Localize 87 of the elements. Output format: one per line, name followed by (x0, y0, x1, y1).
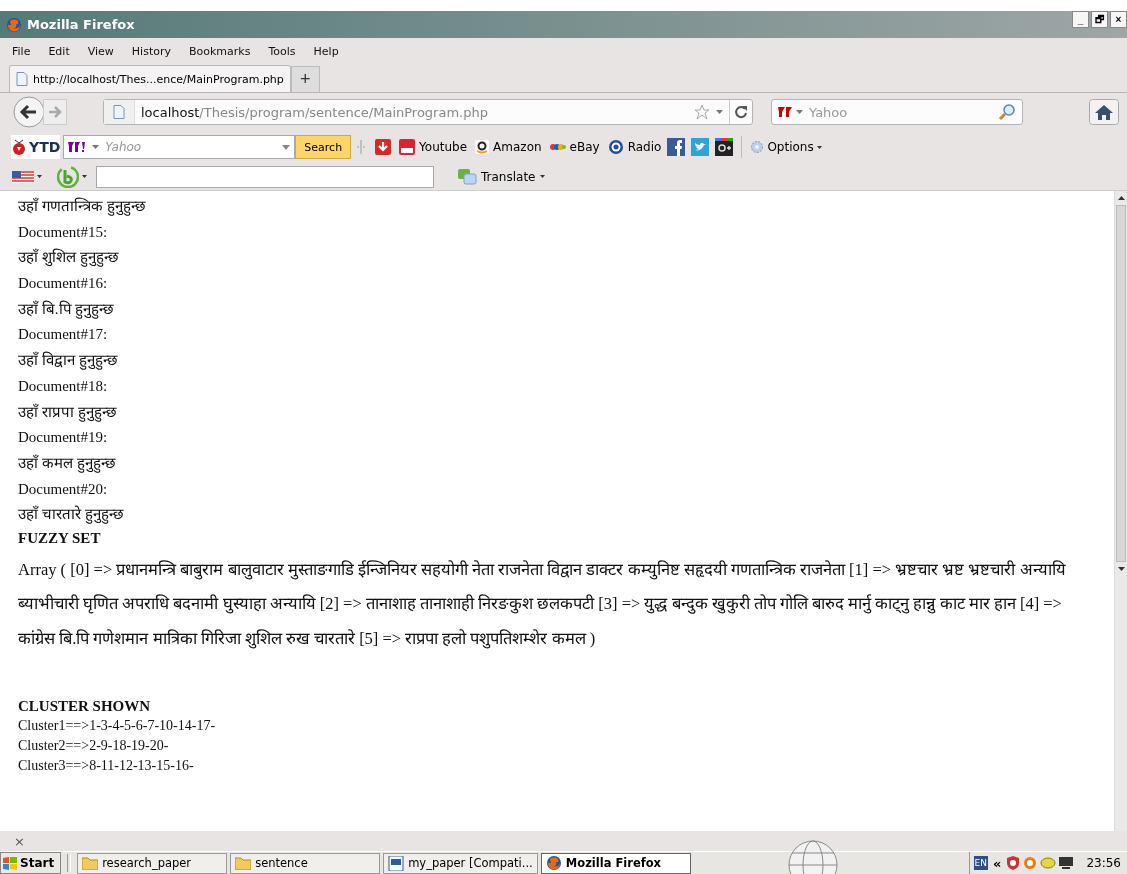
windows-logo-icon (3, 856, 17, 870)
text-line: Cluster2==>2-9-18-19-20- (18, 737, 170, 756)
back-icon[interactable] (13, 96, 45, 128)
paragraph: Array ( [0] => प्रधानमन्त्रि बाबुराम बालुवाटार मुस्ताङगाडि ईन्जिनियर सहयोगी नेता राजनेता विद्वान डाक्टर कम्युनिष्ट सहृदयी गणतान्त्रिक राजनेता [1] => भ्रष्टचार भ्रष्ट भ्रष्टचारी अन्यायि ब्याभीचारी घृणित अपराधि बदनामी घुस्याहा अन्यायि [2] => तानाशाह तानाशाही निरङकुश छलकपटी [3] => युद्ध बन्दुक खुकुरी तोप गोलि बारुद मार्नु काट्नु हान्नु काट मार हान [4] => कांग्रेस बि.पि गणेशमान मात्रिका गिरिजा शुशिल रुख चारतारे [5] => राप्रपा हलो पशुपतिशम्शेर कमल ) (18, 558, 1067, 651)
options-menu[interactable]: Options (767, 140, 814, 154)
folder-icon (235, 856, 252, 870)
taskbar-button[interactable]: Mozilla Firefox (540, 852, 691, 874)
text-line: Document#17: (18, 325, 109, 345)
bird-icon[interactable] (691, 138, 710, 156)
toolbar-grip-icon (357, 140, 366, 154)
search-input[interactable]: Yahoo (807, 103, 994, 121)
plus-one-icon[interactable] (715, 138, 734, 156)
menu-item[interactable]: History (131, 44, 171, 58)
shield-icon[interactable] (1006, 856, 1021, 870)
menu-item[interactable]: Edit (48, 44, 70, 58)
text-line: Document#18: (18, 376, 109, 396)
text-line: उहाँ कमल हुनुहुन्छ (18, 453, 117, 475)
dropdown-icon[interactable] (37, 175, 42, 178)
dropdown-icon[interactable] (82, 175, 87, 178)
dropdown-icon[interactable] (539, 175, 545, 178)
toolbar-link[interactable]: Radio (627, 140, 662, 154)
restore-button[interactable]: 🗗 (1091, 11, 1108, 28)
home-icon[interactable] (1089, 99, 1119, 125)
text-line: उहाँ बि.पि हुनुहुन्छ (18, 299, 116, 321)
new-tab-button[interactable]: + (290, 66, 320, 92)
monitor-icon[interactable] (1059, 857, 1074, 869)
start-button[interactable]: Start (0, 852, 62, 874)
search-icon[interactable] (998, 103, 1016, 121)
toolbar-link[interactable]: Amazon (493, 140, 542, 154)
text-field[interactable] (96, 165, 434, 188)
search-field[interactable]: Yahoo (63, 135, 296, 159)
search-field[interactable]: Yahoo (771, 99, 1023, 125)
star-icon[interactable] (694, 104, 710, 120)
flag-icon[interactable] (12, 170, 34, 183)
menu-item[interactable]: File (12, 44, 31, 58)
show-hidden-icons-button[interactable]: « (993, 855, 1002, 871)
close-button[interactable]: × (14, 833, 25, 849)
dropdown-icon[interactable] (816, 145, 822, 149)
browser-tab[interactable]: http://localhost/Thes...ence/MainProgram.php (9, 65, 291, 92)
toolbar-link[interactable]: Youtube (419, 140, 468, 154)
social-icon[interactable] (667, 138, 686, 156)
taskbar-button[interactable]: my_paper [Compati... (383, 852, 538, 874)
dropdown-icon[interactable] (796, 110, 803, 114)
search-button[interactable]: Search (295, 135, 352, 159)
page-icon (104, 100, 135, 124)
download-icon[interactable] (375, 139, 392, 155)
folder-icon (82, 856, 99, 870)
text-line: उहाँ शुशिल हुनुहुन्छ (18, 247, 120, 269)
section-heading: FUZZY SET (18, 528, 102, 548)
video-icon (399, 139, 416, 155)
text-line: उहाँ राप्रपा हुनुहुन्छ (18, 402, 118, 424)
toolbar-link[interactable]: eBay (569, 140, 600, 154)
minimize-button[interactable]: _ (1072, 11, 1089, 28)
document-icon (388, 855, 405, 871)
url-host: localhost (141, 104, 200, 120)
clock: 23:56 (1086, 856, 1121, 870)
text-line: Document#16: (18, 274, 109, 294)
text-line: Document#15: (18, 222, 109, 242)
menu-item[interactable]: View (87, 44, 114, 58)
text-line: उहाँ गणतान्त्रिक हुनुहुन्छ (18, 196, 147, 218)
section-heading: CLUSTER SHOWN (18, 697, 152, 717)
language-indicator[interactable]: EN (973, 856, 988, 870)
taskbar-button[interactable]: sentence (230, 852, 381, 874)
text-line: Cluster3==>8-11-12-13-15-16- (18, 757, 195, 776)
page-icon (16, 72, 28, 86)
url-path: /Thesis/program/sentence/MainProgram.php (199, 104, 488, 120)
text-line: उहाँ विद्वान हुनुहुन्छ (18, 350, 119, 372)
menu-item[interactable]: Help (313, 44, 339, 58)
scrollbar[interactable] (1114, 191, 1127, 831)
text-line: Cluster1==>1-3-4-5-6-7-10-14-17- (18, 717, 217, 736)
text-line: Document#19: (18, 428, 109, 448)
ring-icon[interactable] (1023, 856, 1038, 870)
dropdown-icon[interactable] (716, 110, 723, 114)
menu-item[interactable]: Bookmarks (189, 44, 251, 58)
radio-icon (607, 139, 624, 155)
colored-dots-icon (549, 142, 566, 152)
close-button[interactable]: × (1110, 11, 1127, 28)
text-line: Document#20: (18, 479, 109, 499)
dropdown-icon[interactable] (92, 145, 100, 149)
menu-item[interactable]: Tools (268, 44, 296, 58)
taskbar-button[interactable]: research_paper (77, 852, 228, 874)
toolbar-logo: YTD (29, 139, 61, 155)
window-title: Mozilla Firefox (27, 17, 135, 32)
letter-a-icon (475, 140, 490, 154)
address-bar[interactable]: localhost/Thesis/program/sentence/MainProgram.php (103, 99, 753, 125)
translate-button[interactable]: Translate (481, 169, 536, 184)
text-line: उहाँ चारतारे हुनुहुन्छ (18, 504, 125, 526)
